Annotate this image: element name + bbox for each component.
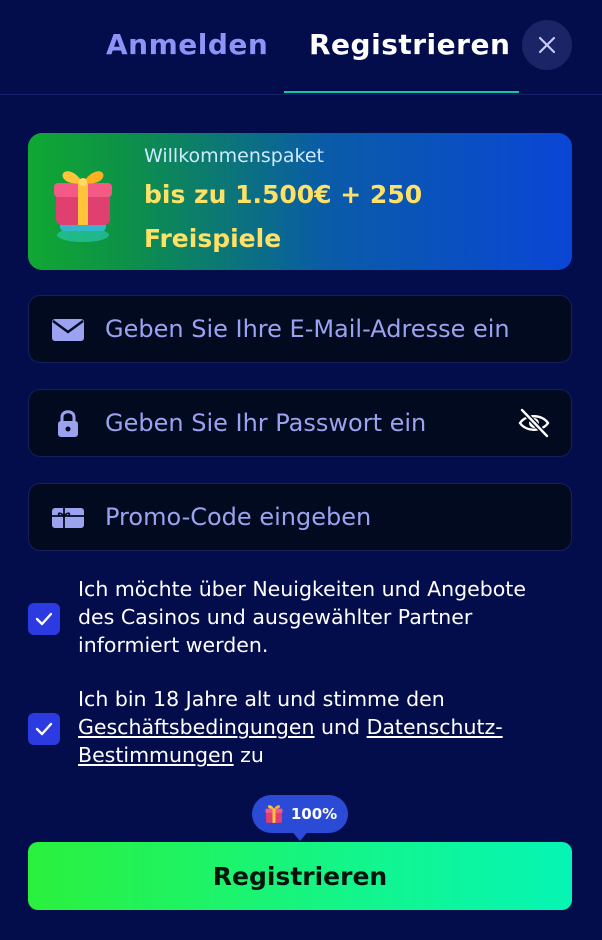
gift-icon: [265, 805, 283, 823]
tab-register[interactable]: Registrieren: [309, 28, 510, 61]
check-icon: [35, 722, 53, 736]
terms-suffix: zu: [233, 743, 264, 767]
terms-link[interactable]: Geschäftsbedingungen: [78, 715, 315, 739]
gift-icon: [54, 171, 112, 242]
news-consent-checkbox[interactable]: [28, 603, 60, 635]
progress-badge-pointer: [290, 829, 310, 841]
terms-middle: und: [314, 715, 367, 739]
gift-card-icon: [52, 508, 84, 528]
email-field: [28, 295, 572, 363]
close-icon: [538, 36, 556, 54]
email-input[interactable]: [105, 296, 525, 362]
close-button[interactable]: [522, 20, 572, 70]
news-consent-text: Ich möchte über Neuigkeiten und Angebote…: [78, 577, 526, 657]
terms-consent-checkbox[interactable]: [28, 713, 60, 745]
terms-consent-text: Ich bin 18 Jahre alt und stimme den Gesc…: [78, 685, 568, 769]
banner-offer: bis zu 1.500€ + 250 Freispiele: [144, 180, 423, 253]
password-field: [28, 389, 572, 457]
bonus-progress-badge: 100%: [252, 795, 348, 833]
auth-tabs: Anmelden Registrieren: [0, 0, 602, 95]
progress-label: 100%: [290, 805, 338, 823]
envelope-icon: [52, 319, 84, 341]
check-icon: [35, 612, 53, 626]
terms-prefix: Ich bin 18 Jahre alt und stimme den: [78, 687, 445, 711]
eye-off-icon[interactable]: [517, 406, 551, 440]
promo-code-field: [28, 483, 572, 551]
active-tab-indicator: [284, 91, 519, 93]
password-input[interactable]: [105, 390, 525, 456]
banner-title: Willkommenspaket: [144, 145, 324, 167]
tab-login[interactable]: Anmelden: [106, 28, 268, 61]
lock-icon: [58, 410, 78, 437]
promo-code-input[interactable]: [105, 484, 525, 550]
register-button[interactable]: Registrieren: [28, 842, 572, 910]
welcome-banner: Willkommenspaket bis zu 1.500€ + 250 Fre…: [28, 133, 572, 270]
